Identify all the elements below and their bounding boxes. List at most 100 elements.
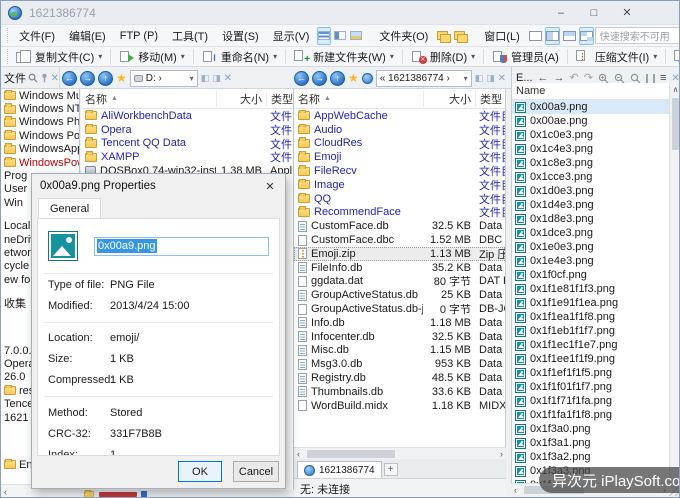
dialog-close-button[interactable]: ✕ (255, 174, 285, 198)
close-panel-icon[interactable]: ✕ (498, 73, 506, 84)
file-row[interactable]: 0x1f1e91f1ea.png (512, 296, 669, 310)
pane-left-icon[interactable]: ◧ (475, 73, 484, 84)
menu-window[interactable]: 窗口(L) (477, 27, 526, 45)
column-type[interactable]: 类型 (475, 91, 505, 107)
minimize-button[interactable]: – (546, 1, 576, 24)
back-icon[interactable]: ← (538, 73, 549, 84)
file-row[interactable]: 0x1f1ee1f1f9.png (512, 352, 669, 366)
file-row[interactable]: AppWebCache 文件目 (294, 109, 505, 123)
forward-icon[interactable]: → (554, 73, 565, 84)
toolbar-button[interactable]: 重命名(N) ▾ (198, 48, 281, 66)
layout-quad-button[interactable] (579, 27, 594, 45)
view-details-button[interactable] (317, 27, 331, 45)
close-panel-icon[interactable]: ✕ (224, 73, 232, 84)
scroll-left-icon[interactable]: ‹ (294, 449, 303, 459)
pane-right-icon[interactable]: ◨ (212, 73, 221, 84)
panel3-address-bar[interactable]: « 1621386774 › ▾ (376, 70, 472, 87)
tab-general[interactable]: General (38, 198, 101, 218)
back-button[interactable]: ← (294, 71, 309, 86)
view-thumbnails-button[interactable] (349, 27, 363, 45)
file-row[interactable]: RecommendFace 文件目 (294, 206, 505, 220)
file-row[interactable]: 0x1f1e81f1f3.png (512, 282, 669, 296)
file-row[interactable]: CloudRes 文件目 (294, 137, 505, 151)
undo-icon[interactable]: ↶ (570, 73, 579, 84)
forward-button[interactable]: → (312, 71, 327, 86)
scrollbar-thumb[interactable] (307, 450, 395, 458)
file-row[interactable]: 0x1cce3.png (512, 170, 669, 184)
file-row[interactable]: 0x1c4e3.png (512, 142, 669, 156)
menu-item[interactable]: 工具(T) (165, 27, 215, 45)
file-row[interactable]: Registry.db 48.5 KB Data Ba (294, 371, 505, 385)
pane-right-icon[interactable]: ◨ (486, 73, 495, 84)
close-panel-icon[interactable]: ✕ (51, 73, 59, 84)
toolbar-button[interactable]: 压缩文件(I) ▾ (572, 48, 661, 66)
tree-item[interactable]: Windows Pho (1, 116, 79, 129)
column-name[interactable]: 名称▲ (81, 91, 216, 107)
favorites-star-icon[interactable]: ★ (116, 72, 127, 84)
folder-pair-button[interactable] (436, 27, 451, 45)
file-row[interactable]: CustomFace.dbc 1.52 MB DBC Fil (294, 233, 505, 247)
toolbar-button[interactable]: 管理员(A) ▾ (488, 48, 563, 66)
file-row[interactable]: 0x1f1ef1f1f5.png (512, 366, 669, 380)
file-row[interactable]: 0x00ae.png (512, 114, 669, 128)
file-row[interactable]: 0x1f3a2.png (512, 450, 669, 464)
file-row[interactable]: 0x1f3a1.png (512, 436, 669, 450)
toolbar-button[interactable]: 移动(M) ▾ (115, 48, 189, 66)
file-row[interactable]: 0x1f0cf.png (512, 268, 669, 282)
back-button[interactable]: ← (62, 71, 77, 86)
toolbar-button[interactable]: 新建文件夹(W) ▾ (290, 48, 398, 66)
up-button[interactable]: ↑ (98, 71, 113, 86)
file-row[interactable]: 0x1f1ea1f1f8.png (512, 310, 669, 324)
zoom-reset-icon[interactable] (630, 73, 641, 84)
file-row[interactable]: Emoji.zip 1.13 MB Zip 压 (294, 247, 505, 261)
file-row[interactable]: Misc.db 1.15 MB Data Ba (294, 344, 505, 358)
file-row[interactable]: 0x1d8e3.png (512, 212, 669, 226)
filename-input[interactable]: 0x00a9.png (94, 237, 269, 256)
file-row[interactable]: XAMPP 文件 (81, 150, 293, 164)
menu-icon[interactable]: ≡ (660, 73, 666, 84)
file-row[interactable]: 0x1f1eb1f1f7.png (512, 324, 669, 338)
file-row[interactable]: 0x1f1ec1f1e7.png (512, 338, 669, 352)
file-row[interactable]: Tencent QQ Data 文件 (81, 137, 293, 151)
menu-item[interactable]: 设置(S) (215, 27, 266, 45)
layout-single-button[interactable] (528, 27, 543, 45)
file-row[interactable]: Infocenter.db 32.5 KB Data Ba (294, 330, 505, 344)
column-name[interactable]: Name (516, 85, 545, 97)
chevron-down-icon[interactable]: ▾ (464, 74, 468, 83)
ok-button[interactable]: OK (178, 461, 222, 482)
pane-left-icon[interactable]: ◧ (201, 73, 210, 84)
file-row[interactable]: 0x1d0e3.png (512, 184, 669, 198)
column-size[interactable]: 大小 (423, 91, 475, 107)
file-row[interactable]: CustomFace.db 32.5 KB Data Ba (294, 219, 505, 233)
panel3-horizontal-scrollbar[interactable]: ‹ › (294, 447, 506, 459)
menu-item[interactable]: 编辑(E) (62, 27, 113, 45)
file-row[interactable]: Emoji 文件目 (294, 150, 505, 164)
menu-folders[interactable]: 文件夹(O) (372, 27, 435, 45)
file-row[interactable]: 0x1c0e3.png (512, 128, 669, 142)
search-icon[interactable] (28, 73, 38, 83)
panel2-breadcrumb[interactable]: D: › (146, 73, 162, 84)
file-row[interactable]: 0x1f3a0.png (512, 422, 669, 436)
file-row[interactable]: FileRecv 文件目 (294, 164, 505, 178)
file-row[interactable]: Thumbnails.db 33.6 KB Data Ba (294, 385, 505, 399)
tree-item[interactable]: WindowsApp (1, 143, 79, 156)
forward-button[interactable]: → (80, 71, 95, 86)
file-row[interactable]: Audio 文件目 (294, 123, 505, 137)
scroll-right-icon[interactable]: › (497, 449, 506, 459)
full-size-icon[interactable] (653, 74, 655, 83)
close-panel-icon[interactable]: ✕ (671, 73, 679, 84)
file-row[interactable]: Opera 文件 (81, 123, 293, 137)
file-row[interactable]: 0x1e0e3.png (512, 240, 669, 254)
file-row[interactable]: 0x1f1fa1f1f8.png (512, 408, 669, 422)
menu-item[interactable]: 显示(V) (266, 27, 317, 45)
zoom-out-icon[interactable] (614, 73, 625, 84)
panel4-vertical-scrollbar[interactable]: ∧ (669, 83, 680, 483)
file-row[interactable]: AliWorkbenchData 文件 (81, 109, 293, 123)
file-row[interactable]: 0x00a9.png (512, 100, 669, 114)
file-row[interactable]: WordBuild.midx 1.18 KB MIDX F (294, 399, 505, 413)
scrollbar-thumb[interactable] (672, 98, 679, 150)
column-size[interactable]: 大小 (216, 91, 266, 107)
panel2-address-bar[interactable]: D: › ▾ (130, 70, 198, 87)
folder-tab[interactable]: 1621386774 (297, 461, 382, 478)
pin-icon[interactable] (40, 73, 49, 83)
